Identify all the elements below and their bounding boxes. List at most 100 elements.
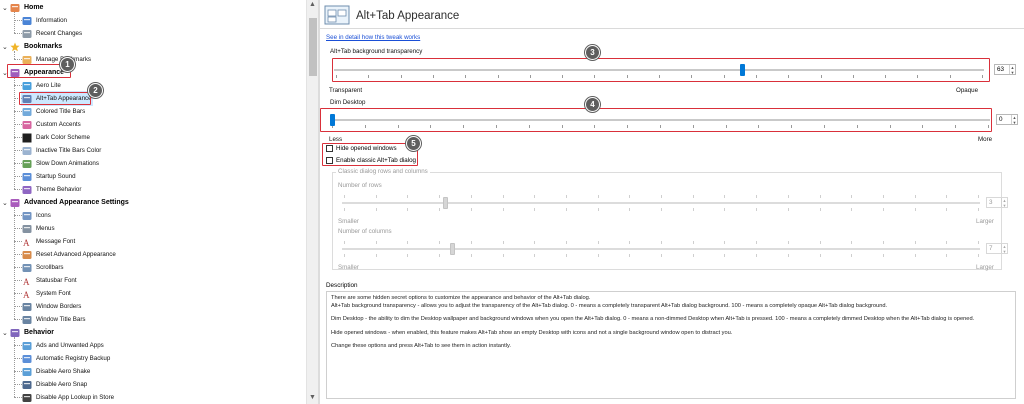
spin-down-icon[interactable]: ▼ bbox=[1011, 70, 1015, 75]
spin-down-icon[interactable]: ▼ bbox=[1003, 203, 1007, 208]
rows-slider[interactable] bbox=[342, 195, 980, 211]
slider-tick bbox=[756, 195, 757, 198]
slider-tick bbox=[503, 208, 504, 211]
slider-track[interactable] bbox=[342, 202, 980, 204]
slider-tick bbox=[851, 254, 852, 257]
tree-label: Menus bbox=[36, 225, 55, 232]
rows-value: 3 bbox=[989, 199, 993, 206]
tree-item[interactable]: Aero Lite bbox=[22, 79, 61, 92]
slider-tick bbox=[566, 195, 567, 198]
slider-thumb[interactable] bbox=[443, 197, 448, 209]
tree-item[interactable]: Information bbox=[22, 14, 67, 27]
slider-tick bbox=[629, 195, 630, 198]
tree-item[interactable]: Theme Behavior bbox=[22, 183, 81, 196]
slider-tick bbox=[376, 195, 377, 198]
tree-item[interactable]: A System Font bbox=[22, 287, 71, 300]
tree-item[interactable]: Ads and Unwanted Apps bbox=[22, 339, 104, 352]
tree-item[interactable]: Automatic Registry Backup bbox=[22, 352, 110, 365]
tree-item[interactable]: Menus bbox=[22, 222, 55, 235]
description-transparency: Alt+Tab background transparency - allows… bbox=[331, 302, 888, 309]
tree-item[interactable]: Colored Title Bars bbox=[22, 105, 85, 118]
tree-label: Recent Changes bbox=[36, 30, 83, 37]
tree-category[interactable]: ⌄ Behavior bbox=[0, 326, 54, 339]
transparency-value: 63 bbox=[997, 66, 1005, 73]
slider-tick bbox=[820, 254, 821, 257]
tree-item[interactable]: Startup Sound bbox=[22, 170, 76, 183]
columns-spinbox[interactable]: 7 ▲ ▼ bbox=[986, 243, 1008, 254]
transparency-spinbox[interactable]: 63 ▲ ▼ bbox=[994, 64, 1016, 75]
tree-scrollbar[interactable]: ▲ ▼ bbox=[306, 0, 318, 404]
tree-item[interactable]: Icons bbox=[22, 209, 51, 222]
page-title: Alt+Tab Appearance bbox=[356, 10, 460, 22]
slider-thumb[interactable] bbox=[450, 243, 455, 255]
tree-item[interactable]: Reset Advanced Appearance bbox=[22, 248, 116, 261]
tree-item[interactable]: Scrollbars bbox=[22, 261, 64, 274]
tree-label: Custom Accents bbox=[36, 121, 81, 128]
slider-tick bbox=[439, 241, 440, 244]
tree-item[interactable]: Window Borders bbox=[22, 300, 81, 313]
tree-connector bbox=[14, 254, 22, 255]
dim-desktop-spinbox[interactable]: 0 ▲ ▼ bbox=[996, 114, 1018, 125]
tree-category[interactable]: ⌄ Bookmarks bbox=[0, 40, 62, 53]
slider-tick bbox=[788, 195, 789, 198]
slider-tick bbox=[883, 241, 884, 244]
expand-chevron-icon[interactable]: ⌄ bbox=[2, 43, 10, 51]
tree-item[interactable]: Window Title Bars bbox=[22, 313, 86, 326]
columns-slider[interactable] bbox=[342, 241, 980, 257]
rows-spinbox[interactable]: 3 ▲ ▼ bbox=[986, 197, 1008, 208]
detail-link[interactable]: See in detail how this tweak works bbox=[326, 34, 420, 41]
tree-connector bbox=[14, 33, 22, 34]
slider-tick bbox=[439, 208, 440, 211]
slider-track[interactable] bbox=[342, 248, 980, 250]
tree-connector bbox=[14, 51, 15, 59]
scrollbar-thumb[interactable] bbox=[309, 18, 317, 76]
tree-connector bbox=[14, 137, 22, 138]
transparency-label: Alt+Tab background transparency bbox=[330, 48, 423, 55]
tweak-panel: Alt+Tab Appearance See in detail how thi… bbox=[320, 0, 1024, 404]
svg-text:A: A bbox=[23, 290, 30, 299]
columns-value: 7 bbox=[989, 245, 993, 252]
slider-tick bbox=[756, 208, 757, 211]
slider-tick bbox=[661, 195, 662, 198]
slider-tick bbox=[756, 254, 757, 257]
reset-icon bbox=[22, 250, 32, 260]
tree-category[interactable]: ⌄ Advanced Appearance Settings bbox=[0, 196, 129, 209]
expand-chevron-icon[interactable]: ⌄ bbox=[2, 4, 10, 12]
annotation-badge-1: 1 bbox=[60, 57, 75, 72]
tree-label: Scrollbars bbox=[36, 264, 64, 271]
spin-down-icon[interactable]: ▼ bbox=[1003, 249, 1007, 254]
tree-item[interactable]: Dark Color Scheme bbox=[22, 131, 90, 144]
slider-tick bbox=[503, 195, 504, 198]
tree-item[interactable]: A Statusbar Font bbox=[22, 274, 77, 287]
expand-chevron-icon[interactable]: ⌄ bbox=[2, 329, 10, 337]
slider-tick bbox=[693, 241, 694, 244]
annotation-badge-2: 2 bbox=[88, 83, 103, 98]
tree-connector bbox=[14, 207, 15, 319]
tree-item[interactable]: Disable Aero Snap bbox=[22, 378, 87, 391]
dim-desktop-max-label: More bbox=[978, 136, 993, 143]
slider-tick bbox=[724, 254, 725, 257]
tree-category[interactable]: ⌄ Home bbox=[0, 1, 43, 14]
icons-icon bbox=[22, 211, 32, 221]
scroll-down-arrow-icon[interactable]: ▼ bbox=[309, 394, 316, 401]
tree-label: Colored Title Bars bbox=[36, 108, 86, 115]
tree-connector bbox=[14, 189, 22, 190]
tree-item[interactable]: Custom Accents bbox=[22, 118, 81, 131]
tree-connector bbox=[14, 111, 22, 112]
tree-item[interactable]: Slow Down Animations bbox=[22, 157, 99, 170]
tree-item[interactable]: Recent Changes bbox=[22, 27, 82, 40]
description-hide: Hide opened windows - when enabled, this… bbox=[331, 329, 733, 336]
tree-item[interactable]: Disable App Lookup in Store bbox=[22, 391, 114, 404]
dark-scheme-icon bbox=[22, 133, 32, 143]
slider-tick bbox=[534, 208, 535, 211]
expand-chevron-icon[interactable]: ⌄ bbox=[2, 199, 10, 207]
tree-item[interactable]: A Message Font bbox=[22, 235, 75, 248]
tree-item[interactable]: Disable Aero Shake bbox=[22, 365, 90, 378]
slider-tick bbox=[471, 241, 472, 244]
spin-down-icon[interactable]: ▼ bbox=[1013, 120, 1017, 125]
tree-item[interactable]: Inactive Title Bars Color bbox=[22, 144, 101, 157]
scroll-up-arrow-icon[interactable]: ▲ bbox=[309, 1, 316, 8]
font-icon: A bbox=[22, 276, 32, 287]
slider-tick bbox=[978, 195, 979, 198]
tree-label: Inactive Title Bars Color bbox=[36, 147, 102, 154]
